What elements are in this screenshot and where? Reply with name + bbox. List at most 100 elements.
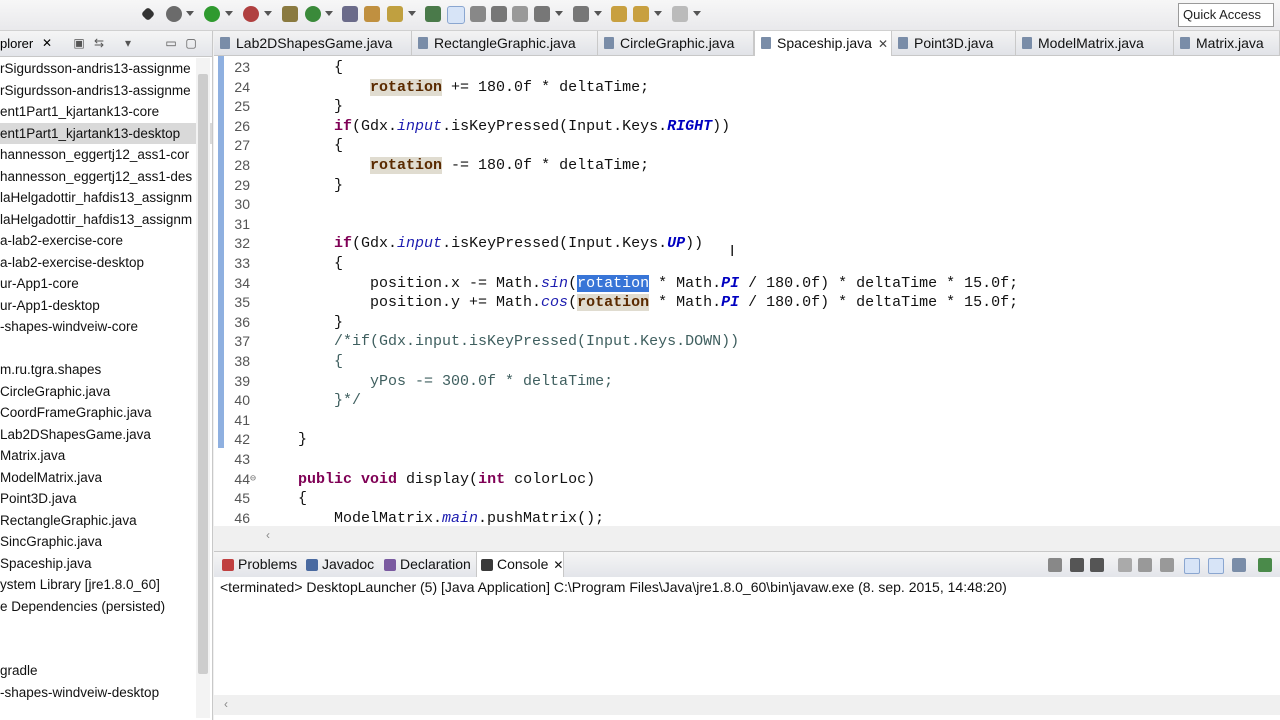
tree-item[interactable]: hannesson_eggertj12_ass1-des xyxy=(0,166,212,188)
tab-spaceship[interactable]: Spaceship.java ✕ xyxy=(754,31,892,56)
code-editor[interactable]: I 23 {24 rotation += 180.0f * deltaTime;… xyxy=(214,56,1280,526)
paragraph-icon[interactable] xyxy=(512,6,528,22)
code-line[interactable]: 32 if(Gdx.input.isKeyPressed(Input.Keys.… xyxy=(214,234,1280,254)
tree-item[interactable] xyxy=(0,338,212,360)
search-icon[interactable] xyxy=(387,6,403,22)
new-class-dropdown-icon[interactable] xyxy=(325,11,333,16)
word-wrap-icon[interactable] xyxy=(1160,558,1174,572)
tree-item[interactable]: gradle xyxy=(0,660,212,682)
tab-point3d[interactable]: Point3D.java xyxy=(892,31,1016,55)
code-line[interactable]: 26 if(Gdx.input.isKeyPressed(Input.Keys.… xyxy=(214,117,1280,137)
tree-item[interactable]: SincGraphic.java xyxy=(0,531,212,553)
back-icon[interactable] xyxy=(633,6,649,22)
code-line[interactable]: 24 rotation += 180.0f * deltaTime; xyxy=(214,78,1280,98)
tab-declaration[interactable]: Declaration xyxy=(380,552,476,577)
tree-item[interactable]: rSigurdsson-andris13-assignme xyxy=(0,58,212,80)
last-edit-icon[interactable] xyxy=(611,6,627,22)
view-menu-icon[interactable]: ▾ xyxy=(121,36,135,50)
link-with-editor-icon[interactable]: ⇆ xyxy=(92,36,106,50)
minimize-icon[interactable]: ▭ xyxy=(164,36,178,50)
code-line[interactable]: 36 } xyxy=(214,313,1280,333)
tree-item[interactable]: -shapes-windveiw-desktop xyxy=(0,682,212,704)
close-icon[interactable]: ✕ xyxy=(878,37,888,51)
tree-item[interactable]: laHelgadottir_hafdis13_assignm xyxy=(0,209,212,231)
tree-item[interactable]: Lab2DShapesGame.java xyxy=(0,424,212,446)
console-horizontal-scrollbar[interactable]: ‹ xyxy=(214,695,1280,715)
tree-item[interactable]: Point3D.java xyxy=(0,488,212,510)
tree-item[interactable]: -shapes-windveiw-core xyxy=(0,316,212,338)
tab-matrix[interactable]: Matrix.java xyxy=(1174,31,1280,55)
code-line[interactable]: 44 ⊖ public void display(int colorLoc) xyxy=(214,470,1280,490)
code-line[interactable]: 45 { xyxy=(214,489,1280,509)
coverage-dropdown-icon[interactable] xyxy=(264,11,272,16)
tab-javadoc[interactable]: Javadoc xyxy=(302,552,380,577)
fold-icon[interactable]: ⊖ xyxy=(250,470,256,490)
tree-item[interactable]: RectangleGraphic.java xyxy=(0,510,212,532)
search-dropdown-icon[interactable] xyxy=(408,11,416,16)
tree-item[interactable]: ent1Part1_kjartank13-desktop xyxy=(0,122,212,144)
mark-occurrences-icon[interactable] xyxy=(425,6,441,22)
new-class-icon[interactable] xyxy=(305,6,321,22)
tree-item[interactable]: laHelgadottir_hafdis13_assignm xyxy=(0,187,212,209)
console-output[interactable]: <terminated> DesktopLauncher (5) [Java A… xyxy=(214,577,1280,720)
tree-item[interactable]: CircleGraphic.java xyxy=(0,381,212,403)
remove-all-launches-icon[interactable] xyxy=(1090,558,1104,572)
code-line[interactable]: 46 ModelMatrix.main.pushMatrix(); xyxy=(214,509,1280,526)
show-on-output-icon[interactable] xyxy=(1184,558,1200,574)
open-type-icon[interactable] xyxy=(342,6,358,22)
explorer-scrollbar[interactable] xyxy=(196,58,210,718)
show-whitespace-icon[interactable] xyxy=(470,6,486,22)
scroll-lock-icon[interactable] xyxy=(1138,558,1152,572)
coverage-icon[interactable] xyxy=(243,6,259,22)
close-icon[interactable]: ✕ xyxy=(553,558,563,572)
quick-access-input[interactable]: Quick Access xyxy=(1178,3,1274,27)
terminate-icon[interactable] xyxy=(1048,558,1062,572)
tab-lab2dshapesgame[interactable]: Lab2DShapesGame.java xyxy=(214,31,412,55)
tab-problems[interactable]: Problems xyxy=(218,552,302,577)
back-dropdown-icon[interactable] xyxy=(654,11,662,16)
forward-dropdown-icon[interactable] xyxy=(693,11,701,16)
code-line[interactable]: 43 xyxy=(214,450,1280,470)
code-line[interactable]: 41 xyxy=(214,411,1280,431)
debug-icon[interactable] xyxy=(166,6,182,22)
close-icon[interactable]: ✕ xyxy=(42,36,52,50)
scrollbar-thumb[interactable] xyxy=(198,74,208,674)
tree-item[interactable]: CoordFrameGraphic.java xyxy=(0,402,212,424)
tree-item[interactable]: a-lab2-exercise-desktop xyxy=(0,252,212,274)
scroll-left-icon[interactable]: ‹ xyxy=(224,697,228,711)
remove-launch-icon[interactable] xyxy=(1070,558,1084,572)
toggle-highlight-icon[interactable] xyxy=(447,6,465,24)
tree-item[interactable]: ystem Library [jre1.8.0_60] xyxy=(0,574,212,596)
code-line[interactable]: 37 /*if(Gdx.input.isKeyPressed(Input.Key… xyxy=(214,332,1280,352)
tab-console[interactable]: Console ✕ xyxy=(476,552,564,577)
code-line[interactable]: 28 rotation -= 180.0f * deltaTime; xyxy=(214,156,1280,176)
show-on-error-icon[interactable] xyxy=(1208,558,1224,574)
tree-item[interactable]: ent1Part1_kjartank13-core xyxy=(0,101,212,123)
code-line[interactable]: 35 position.y += Math.cos(rotation * Mat… xyxy=(214,293,1280,313)
tree-item[interactable]: a-lab2-exercise-core xyxy=(0,230,212,252)
debug-dropdown-icon[interactable] xyxy=(186,11,194,16)
prev-annotation-icon[interactable] xyxy=(573,6,589,22)
maximize-icon[interactable]: ▢ xyxy=(184,36,198,50)
tree-item[interactable]: hannesson_eggertj12_ass1-cor xyxy=(0,144,212,166)
next-annotation-dropdown-icon[interactable] xyxy=(555,11,563,16)
code-line[interactable]: 25 } xyxy=(214,97,1280,117)
clear-console-icon[interactable] xyxy=(1118,558,1132,572)
forward-icon[interactable] xyxy=(672,6,688,22)
tree-item[interactable] xyxy=(0,639,212,661)
code-line[interactable]: 27 { xyxy=(214,136,1280,156)
code-line[interactable]: 38 { xyxy=(214,352,1280,372)
open-console-icon[interactable] xyxy=(1258,558,1272,572)
code-line[interactable]: 39 yPos -= 300.0f * deltaTime; xyxy=(214,372,1280,392)
tree-item[interactable]: e Dependencies (persisted) xyxy=(0,596,212,618)
code-line[interactable]: 42 } xyxy=(214,430,1280,450)
code-line[interactable]: 30 xyxy=(214,195,1280,215)
code-line[interactable]: 31 xyxy=(214,215,1280,235)
tab-rectanglegraphic[interactable]: RectangleGraphic.java xyxy=(412,31,598,55)
block-selection-icon[interactable] xyxy=(491,6,507,22)
code-line[interactable]: 29 } xyxy=(214,176,1280,196)
code-line[interactable]: 40 }*/ xyxy=(214,391,1280,411)
editor-horizontal-scrollbar[interactable]: ‹ xyxy=(214,526,1280,546)
prev-annotation-dropdown-icon[interactable] xyxy=(594,11,602,16)
run-dropdown-icon[interactable] xyxy=(225,11,233,16)
